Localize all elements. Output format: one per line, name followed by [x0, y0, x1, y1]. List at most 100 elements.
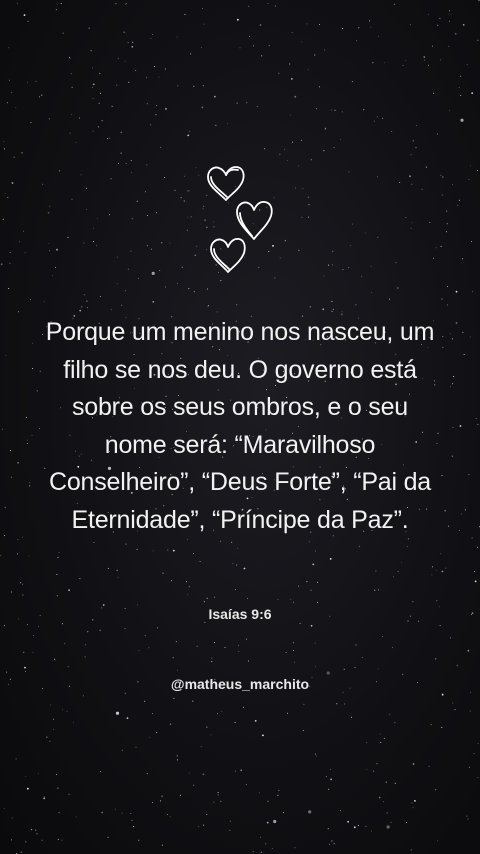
star [193, 553, 194, 554]
star [125, 3, 127, 5]
star [55, 9, 57, 11]
star [152, 34, 154, 35]
star [370, 830, 372, 832]
star [150, 124, 152, 126]
star [428, 765, 430, 767]
star [454, 32, 457, 35]
star [3, 808, 5, 809]
star [246, 102, 248, 104]
star [115, 3, 117, 5]
star [405, 217, 407, 218]
star [210, 734, 212, 736]
star [120, 152, 122, 154]
star [43, 301, 45, 303]
star [391, 131, 393, 132]
star [475, 417, 477, 419]
star [234, 722, 236, 723]
star [57, 556, 59, 558]
star [72, 721, 74, 723]
star [309, 306, 311, 308]
star [312, 563, 315, 566]
star [56, 774, 58, 776]
star [199, 561, 201, 562]
star [153, 66, 155, 67]
star [253, 45, 255, 47]
star [435, 789, 437, 791]
star [402, 673, 404, 675]
star [315, 550, 317, 552]
star [97, 126, 99, 128]
star [317, 601, 318, 603]
star [474, 580, 477, 583]
star [1, 428, 3, 430]
star [469, 165, 471, 167]
star [43, 796, 45, 798]
star [220, 800, 222, 802]
star [284, 240, 286, 242]
star [260, 851, 262, 853]
star [164, 286, 166, 288]
star [70, 73, 72, 75]
star [196, 645, 198, 647]
star [308, 810, 312, 814]
star [158, 76, 160, 78]
star [203, 824, 204, 826]
star [188, 772, 190, 774]
star [355, 644, 357, 646]
star [436, 133, 438, 135]
star [111, 105, 113, 107]
star [144, 700, 146, 702]
star [190, 53, 192, 55]
star [477, 170, 478, 172]
verse-reference: Isaías 9:6 [208, 606, 272, 622]
star [449, 637, 451, 639]
star [84, 644, 86, 646]
star [468, 474, 470, 476]
star [425, 166, 427, 168]
star [83, 294, 85, 296]
star [31, 435, 33, 437]
star [30, 299, 32, 301]
star [101, 120, 103, 122]
star [115, 711, 120, 715]
star [331, 310, 333, 312]
star [187, 134, 190, 137]
star [7, 197, 9, 198]
star [458, 199, 460, 201]
bible-verse-quote: Porque um menino nos nasceu, um filho se… [45, 318, 435, 534]
star [351, 223, 353, 225]
star [214, 95, 216, 98]
star [169, 242, 171, 244]
star [138, 277, 139, 279]
star [294, 187, 296, 189]
star [5, 355, 7, 356]
star [377, 35, 379, 37]
star [28, 555, 30, 557]
star [440, 245, 442, 247]
star [221, 710, 223, 712]
star [24, 252, 26, 254]
star [277, 599, 279, 601]
star [299, 623, 301, 624]
star [386, 812, 388, 814]
star [4, 193, 6, 195]
star [279, 153, 281, 155]
star [284, 148, 286, 150]
star [323, 275, 325, 277]
star [235, 770, 237, 772]
star [92, 67, 93, 69]
star [195, 167, 197, 169]
star [188, 190, 190, 192]
star [88, 27, 90, 29]
star [306, 581, 308, 583]
star [9, 262, 11, 264]
star [27, 81, 29, 83]
star [186, 581, 187, 583]
star [211, 657, 213, 659]
star [452, 383, 454, 385]
star [213, 801, 215, 803]
star [81, 306, 83, 308]
star [49, 205, 51, 207]
star [411, 183, 413, 185]
star [361, 657, 363, 658]
